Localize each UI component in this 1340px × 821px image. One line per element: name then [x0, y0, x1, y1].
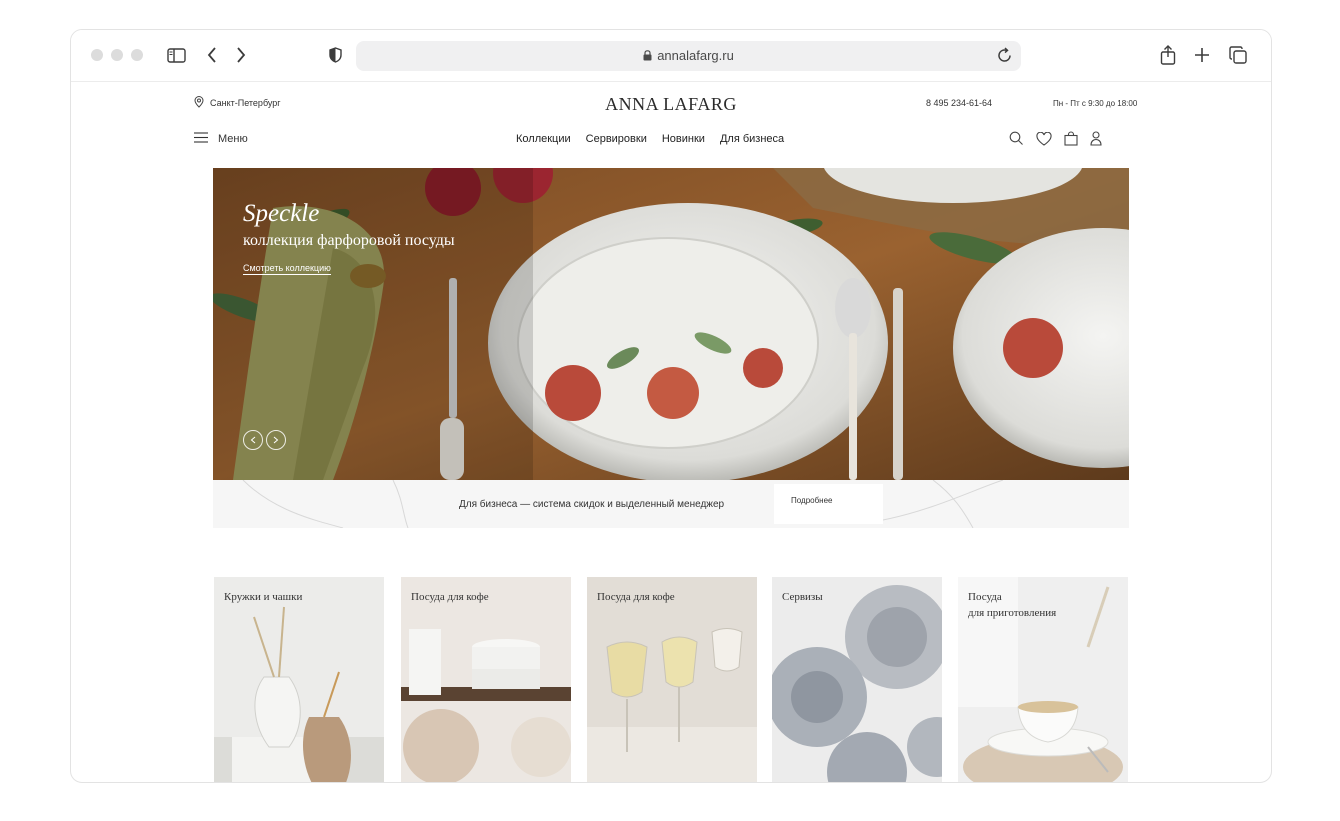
- shield-icon[interactable]: [327, 43, 343, 67]
- nav-item-servings[interactable]: Сервировки: [586, 133, 647, 145]
- share-icon[interactable]: [1159, 43, 1177, 67]
- nav-item-business[interactable]: Для бизнеса: [720, 133, 784, 145]
- category-card-mugs[interactable]: Кружки и чашки: [214, 577, 384, 782]
- business-banner: Для бизнеса — система скидок и выделенны…: [213, 480, 1129, 528]
- category-label: Сервизы: [782, 591, 823, 603]
- slider-next-button[interactable]: [266, 430, 286, 450]
- url-value: annalafarg.ru: [657, 48, 734, 63]
- search-icon[interactable]: [1009, 131, 1024, 151]
- category-card-coffee-1[interactable]: Посуда для кофе: [401, 577, 571, 782]
- category-image: [214, 577, 384, 782]
- hero-title: Speckle: [243, 200, 320, 227]
- forward-icon[interactable]: [233, 43, 249, 67]
- address-bar[interactable]: annalafarg.ru: [356, 41, 1021, 71]
- category-card-coffee-2[interactable]: Посуда для кофе: [587, 577, 757, 782]
- lock-icon: [643, 42, 652, 72]
- close-window-button[interactable]: [91, 49, 103, 61]
- user-icon[interactable]: [1090, 131, 1102, 151]
- sidebar-icon[interactable]: [166, 43, 186, 67]
- hero-slider-controls: [243, 430, 286, 450]
- browser-toolbar: annalafarg.ru: [71, 30, 1271, 82]
- nav-item-new[interactable]: Новинки: [662, 133, 705, 145]
- category-image: [401, 577, 571, 782]
- phone-link[interactable]: 8 495 234-61-64: [926, 98, 992, 108]
- reload-icon[interactable]: [996, 47, 1013, 69]
- tabs-icon[interactable]: [1228, 43, 1248, 67]
- category-image: [772, 577, 942, 782]
- category-image: [587, 577, 757, 782]
- more-button[interactable]: Подробнее: [774, 484, 883, 524]
- menu-button[interactable]: Меню: [194, 132, 248, 146]
- more-button-label: Подробнее: [791, 496, 833, 505]
- hero-image: [213, 168, 1129, 480]
- nav-item-collections[interactable]: Коллекции: [516, 133, 571, 145]
- category-label: Посуда для кофе: [597, 591, 675, 603]
- main-nav: Коллекции Сервировки Новинки Для бизнеса: [516, 133, 784, 145]
- url-text: annalafarg.ru: [356, 41, 1021, 72]
- hero-banner[interactable]: Speckle коллекция фарфоровой посуды Смот…: [213, 168, 1129, 480]
- new-tab-icon[interactable]: [1193, 43, 1211, 67]
- working-hours: Пн - Пт с 9:30 до 18:00: [1053, 99, 1138, 108]
- category-label: Посуда для приготовления: [968, 591, 1057, 619]
- category-card-sets[interactable]: Сервизы: [772, 577, 942, 782]
- back-icon[interactable]: [204, 43, 220, 67]
- business-text: Для бизнеса — система скидок и выделенны…: [459, 499, 725, 510]
- heart-icon[interactable]: [1036, 131, 1052, 151]
- chevron-right-icon: [273, 436, 279, 444]
- category-label: Посуда для кофе: [411, 591, 489, 603]
- header-actions: [1009, 131, 1102, 151]
- site-page: Санкт-Петербург ANNA LAFARG 8 495 234-61…: [71, 81, 1271, 782]
- menu-label: Меню: [218, 133, 248, 145]
- browser-window: annalafarg.ru Санкт-Петербург ANNA LAFAR…: [70, 29, 1272, 783]
- slider-prev-button[interactable]: [243, 430, 263, 450]
- view-collection-link[interactable]: Смотреть коллекцию: [243, 263, 331, 275]
- chevron-left-icon: [250, 436, 256, 444]
- minimize-window-button[interactable]: [111, 49, 123, 61]
- hero-subtitle: коллекция фарфоровой посуды: [243, 232, 455, 249]
- category-card-cooking[interactable]: Посуда для приготовления: [958, 577, 1128, 782]
- category-label: Кружки и чашки: [224, 591, 303, 603]
- hamburger-icon: [194, 132, 208, 146]
- bag-icon[interactable]: [1064, 131, 1078, 151]
- zoom-window-button[interactable]: [131, 49, 143, 61]
